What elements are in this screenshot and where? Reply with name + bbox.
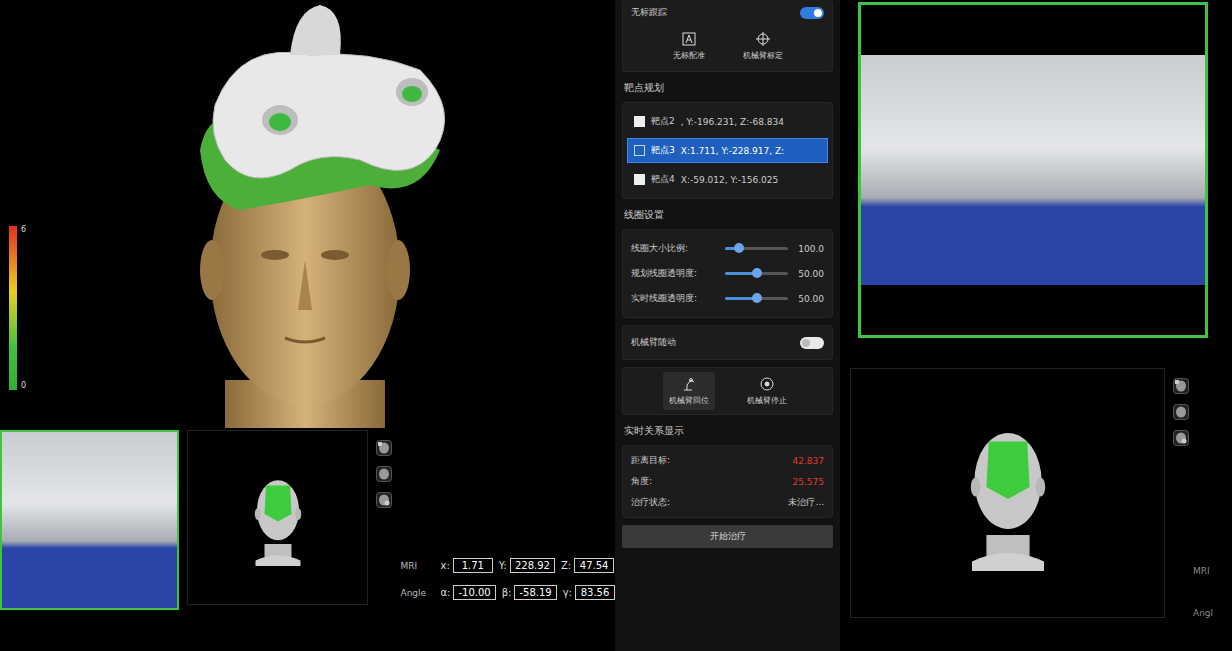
slider-value: 50.00 — [794, 294, 824, 304]
coordinate-value[interactable]: -58.19 — [514, 585, 556, 600]
legend-bar — [9, 226, 17, 390]
targets-title: 靶点规划 — [622, 79, 833, 95]
camera-feed — [861, 55, 1205, 285]
tracking-card: 无标跟踪无标配准机械臂标定 — [622, 0, 833, 72]
crosshair-icon — [755, 31, 771, 47]
tracking-toggle[interactable] — [800, 7, 824, 19]
coil-settings: 线圈大小比例:100.0 规划线圈透明度:50.00 实时线圈透明度:50.00 — [622, 229, 833, 318]
follow-toggle[interactable] — [800, 337, 824, 349]
head-view[interactable] — [850, 368, 1165, 618]
slider[interactable] — [725, 272, 788, 275]
relation-title: 实时关系显示 — [622, 422, 833, 438]
coil-title: 线圈设置 — [622, 206, 833, 222]
view-icon[interactable] — [1173, 430, 1189, 446]
start-button[interactable]: 开始治疗 — [622, 525, 833, 548]
coordinate-field: Y:228.92 — [499, 558, 555, 573]
target-list: 靶点2, Y:-196.231, Z:-68.834 靶点3X:1.711, Y:… — [622, 102, 833, 199]
coordinate-label: Angle — [400, 588, 434, 598]
mini-head-view[interactable] — [187, 430, 369, 605]
head-coil-render[interactable] — [40, 0, 615, 428]
coordinate-field: β:-58.19 — [502, 585, 557, 600]
camera-view[interactable] — [858, 2, 1208, 338]
color-legend: 60 — [0, 0, 40, 428]
head-model-view[interactable] — [248, 469, 308, 567]
view-label: MRI — [1193, 566, 1213, 576]
relation-row: 角度:25.575 — [631, 475, 824, 488]
coordinate-field: γ:83.56 — [563, 585, 615, 600]
control-panel: 无标跟踪无标配准机械臂标定靶点规划靶点2, Y:-196.231, Z:-68.… — [615, 0, 840, 651]
coordinate-field: Z:47.54 — [561, 558, 614, 573]
arm-button[interactable]: 机械臂回位 — [663, 372, 715, 410]
legend-max: 6 — [21, 226, 26, 234]
view-top: 60 — [0, 0, 615, 428]
view-icon[interactable] — [1173, 404, 1189, 420]
coordinate-row: MRI x:1.71 Y:228.92 Z:47.54 — [400, 558, 615, 573]
coordinate-block: MRI x:1.71 Y:228.92 Z:47.54 Angle α:-10.00 β:-… — [400, 558, 615, 600]
follow-label: 机械臂随动 — [631, 336, 676, 349]
coordinate-value[interactable]: 47.54 — [574, 558, 614, 573]
follow-card: 机械臂随动 — [622, 325, 833, 360]
slider-value: 100.0 — [794, 244, 824, 254]
camera-inset[interactable] — [0, 430, 179, 610]
coordinate-value[interactable]: 83.56 — [575, 585, 615, 600]
target-checkbox[interactable] — [634, 116, 645, 127]
relation-row: 距离目标:42.837 — [631, 454, 824, 467]
coordinate-label: MRI — [400, 561, 434, 571]
app-window: 60MRIx:1.71Y:228.92Z:47.54Angleα:-10.00β… — [0, 0, 1232, 651]
target-item[interactable]: 靶点3X:1.711, Y:-228.917, Z: — [627, 138, 828, 163]
relation-row: 治疗状态:未治疗... — [631, 496, 824, 509]
target-item[interactable]: 靶点2, Y:-196.231, Z:-68.834 — [627, 109, 828, 134]
coordinate-value[interactable]: 1.71 — [453, 558, 493, 573]
tracking-button[interactable]: 机械臂标定 — [737, 27, 789, 65]
view-icon[interactable] — [1173, 378, 1189, 394]
relation-card: 距离目标:42.837 角度:25.575 治疗状态:未治疗... — [622, 445, 833, 518]
view-icon[interactable] — [376, 466, 392, 482]
view-bottom: MRI x:1.71 Y:228.92 Z:47.54 Angle α:-10.00 β:-… — [0, 428, 615, 610]
slider-row: 规划线圈透明度:50.00 — [631, 267, 824, 280]
right-view: MRI Angl — [840, 0, 1232, 651]
arm-button[interactable]: 机械臂停止 — [741, 372, 793, 410]
coordinate-field: x:1.71 — [440, 558, 492, 573]
view-label: Angl — [1193, 608, 1213, 618]
view-icon-column — [376, 430, 392, 508]
tracking-label: 无标跟踪 — [631, 6, 667, 19]
target-checkbox[interactable] — [634, 145, 645, 156]
main-3d-view: 60MRIx:1.71Y:228.92Z:47.54Angleα:-10.00β… — [0, 0, 615, 651]
target-item[interactable]: 靶点4X:-59.012, Y:-156.025 — [627, 167, 828, 192]
coordinate-row: Angle α:-10.00 β:-58.19 γ:83.56 — [400, 585, 615, 600]
coordinate-value[interactable]: -10.00 — [453, 585, 495, 600]
coordinate-field: α:-10.00 — [440, 585, 495, 600]
slider-value: 50.00 — [794, 269, 824, 279]
legend-min: 0 — [21, 382, 26, 390]
slider[interactable] — [725, 247, 788, 250]
arm-card: 机械臂回位机械臂停止 — [622, 367, 833, 415]
slider-row: 线圈大小比例:100.0 — [631, 242, 824, 255]
slider-row: 实时线圈透明度:50.00 — [631, 292, 824, 305]
tracking-button[interactable]: 无标配准 — [667, 27, 711, 65]
register-icon — [681, 31, 697, 47]
camera-feed — [2, 432, 177, 608]
stop-icon — [759, 376, 775, 392]
view-icon[interactable] — [376, 492, 392, 508]
target-checkbox[interactable] — [634, 174, 645, 185]
view-icon-column — [1173, 368, 1189, 618]
coordinate-value[interactable]: 228.92 — [510, 558, 555, 573]
slider[interactable] — [725, 297, 788, 300]
robot-arm-icon — [681, 376, 697, 392]
head-model-view[interactable] — [960, 415, 1056, 571]
view-icon[interactable] — [376, 440, 392, 456]
head-canvas[interactable] — [40, 0, 615, 428]
